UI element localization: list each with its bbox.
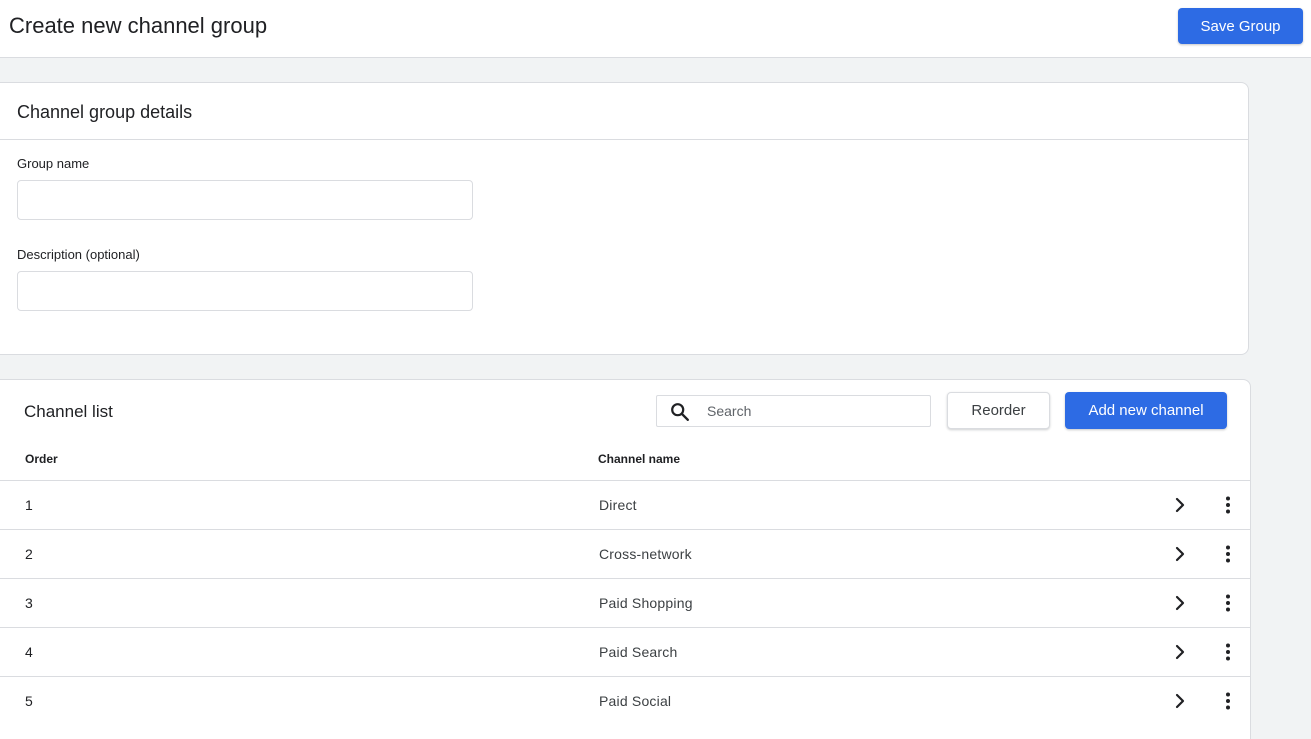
table-row[interactable]: 4 Paid Search xyxy=(0,627,1250,676)
row-channel-name: Direct xyxy=(599,497,637,513)
more-vert-icon[interactable] xyxy=(1216,591,1240,615)
channel-table-body: 1 Direct 2 Cross-network 3 Paid Shopping… xyxy=(0,480,1250,725)
top-bar: Create new channel group Save Group xyxy=(0,0,1311,58)
row-order: 2 xyxy=(25,546,33,562)
details-card-header: Channel group details xyxy=(0,83,1248,140)
channel-list-title: Channel list xyxy=(24,402,113,421)
save-group-button[interactable]: Save Group xyxy=(1178,8,1303,44)
table-row[interactable]: 5 Paid Social xyxy=(0,676,1250,725)
reorder-button[interactable]: Reorder xyxy=(947,392,1050,429)
column-header-order: Order xyxy=(25,452,58,466)
chevron-right-icon[interactable] xyxy=(1168,493,1192,517)
channel-list-card: Channel list Reorder Add new channel Ord… xyxy=(0,379,1251,739)
row-channel-name: Paid Shopping xyxy=(599,595,693,611)
page-title: Create new channel group xyxy=(9,13,268,38)
table-row[interactable]: 1 Direct xyxy=(0,480,1250,529)
row-order: 1 xyxy=(25,497,33,513)
table-row[interactable]: 3 Paid Shopping xyxy=(0,578,1250,627)
row-order: 5 xyxy=(25,693,33,709)
group-name-input[interactable] xyxy=(17,180,473,220)
chevron-right-icon[interactable] xyxy=(1168,640,1192,664)
add-new-channel-button[interactable]: Add new channel xyxy=(1065,392,1227,429)
details-card-title: Channel group details xyxy=(17,102,193,122)
description-input[interactable] xyxy=(17,271,473,311)
search-input[interactable] xyxy=(705,397,925,425)
column-header-channel-name: Channel name xyxy=(598,452,681,466)
row-channel-name: Paid Social xyxy=(599,693,672,709)
search-box[interactable] xyxy=(656,395,931,427)
more-vert-icon[interactable] xyxy=(1216,640,1240,664)
group-name-label: Group name xyxy=(17,156,90,171)
table-row[interactable]: 2 Cross-network xyxy=(0,529,1250,578)
row-order: 4 xyxy=(25,644,33,660)
row-channel-name: Paid Search xyxy=(599,644,678,660)
search-icon xyxy=(671,403,689,421)
chevron-right-icon[interactable] xyxy=(1168,689,1192,713)
chevron-right-icon[interactable] xyxy=(1168,542,1192,566)
more-vert-icon[interactable] xyxy=(1216,542,1240,566)
description-label: Description (optional) xyxy=(17,247,140,262)
more-vert-icon[interactable] xyxy=(1216,689,1240,713)
row-order: 3 xyxy=(25,595,33,611)
more-vert-icon[interactable] xyxy=(1216,493,1240,517)
chevron-right-icon[interactable] xyxy=(1168,591,1192,615)
row-channel-name: Cross-network xyxy=(599,546,692,562)
channel-group-details-card: Channel group details Group name Descrip… xyxy=(0,82,1249,355)
